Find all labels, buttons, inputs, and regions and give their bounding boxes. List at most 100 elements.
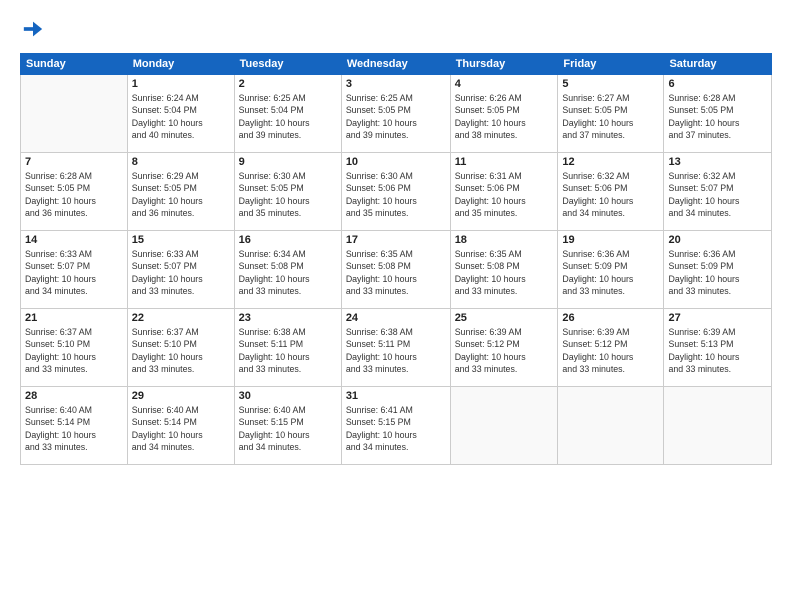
day-number: 16 (239, 234, 337, 246)
calendar-cell: 15Sunrise: 6:33 AM Sunset: 5:07 PM Dayli… (127, 231, 234, 309)
day-number: 25 (455, 312, 554, 324)
day-info: Sunrise: 6:33 AM Sunset: 5:07 PM Dayligh… (132, 248, 230, 297)
calendar-cell (558, 387, 664, 465)
day-info: Sunrise: 6:40 AM Sunset: 5:15 PM Dayligh… (239, 404, 337, 453)
calendar-cell: 16 Sunrise: 6:34 AM Sunset: 5:08 PM Dayli… (234, 231, 341, 309)
weekday-header: Monday (127, 54, 234, 75)
logo-text-block (20, 18, 44, 45)
weekday-header: Wednesday (341, 54, 450, 75)
day-info: Sunrise: 6:35 AM Sunset: 5:08 PM Dayligh… (455, 248, 554, 297)
day-number: 3 (346, 78, 446, 90)
calendar-cell (664, 387, 772, 465)
day-info: Sunrise: 6:28 AM Sunset: 5:05 PM Dayligh… (25, 170, 123, 219)
day-info: Sunrise: 6:27 AM Sunset: 5:05 PM Dayligh… (562, 92, 659, 141)
day-info: Sunrise: 6:41 AM Sunset: 5:15 PM Dayligh… (346, 404, 446, 453)
day-number: 8 (132, 156, 230, 168)
calendar-cell: 26 Sunrise: 6:39 AM Sunset: 5:12 PM Dayli… (558, 309, 664, 387)
calendar-cell: 11 Sunrise: 6:31 AM Sunset: 5:06 PM Dayli… (450, 153, 558, 231)
day-number: 13 (668, 156, 767, 168)
day-info: Sunrise: 6:40 AM Sunset: 5:14 PM Dayligh… (132, 404, 230, 453)
day-info: Sunrise: 6:40 AM Sunset: 5:14 PM Dayligh… (25, 404, 123, 453)
calendar-cell: 13 Sunrise: 6:32 AM Sunset: 5:07 PM Dayli… (664, 153, 772, 231)
day-number: 24 (346, 312, 446, 324)
calendar-week-row: 28 Sunrise: 6:40 AM Sunset: 5:14 PM Dayli… (21, 387, 772, 465)
calendar-cell: 3 Sunrise: 6:25 AM Sunset: 5:05 PM Daylig… (341, 75, 450, 153)
day-info: Sunrise: 6:38 AM Sunset: 5:11 PM Dayligh… (346, 326, 446, 375)
page: SundayMondayTuesdayWednesdayThursdayFrid… (0, 0, 792, 612)
day-info: Sunrise: 6:39 AM Sunset: 5:12 PM Dayligh… (562, 326, 659, 375)
day-number: 28 (25, 390, 123, 402)
day-info: Sunrise: 6:29 AM Sunset: 5:05 PM Dayligh… (132, 170, 230, 219)
calendar-cell: 20Sunrise: 6:36 AM Sunset: 5:09 PM Dayli… (664, 231, 772, 309)
calendar-cell: 14 Sunrise: 6:33 AM Sunset: 5:07 PM Dayli… (21, 231, 128, 309)
day-number: 26 (562, 312, 659, 324)
weekday-header: Tuesday (234, 54, 341, 75)
day-info: Sunrise: 6:34 AM Sunset: 5:08 PM Dayligh… (239, 248, 337, 297)
day-info: Sunrise: 6:31 AM Sunset: 5:06 PM Dayligh… (455, 170, 554, 219)
calendar-cell: 27 Sunrise: 6:39 AM Sunset: 5:13 PM Dayli… (664, 309, 772, 387)
calendar-cell: 9 Sunrise: 6:30 AM Sunset: 5:05 PM Daylig… (234, 153, 341, 231)
day-number: 18 (455, 234, 554, 246)
day-number: 21 (25, 312, 123, 324)
day-number: 12 (562, 156, 659, 168)
day-number: 19 (562, 234, 659, 246)
calendar-cell: 5 Sunrise: 6:27 AM Sunset: 5:05 PM Daylig… (558, 75, 664, 153)
day-number: 5 (562, 78, 659, 90)
calendar-week-row: 14 Sunrise: 6:33 AM Sunset: 5:07 PM Dayli… (21, 231, 772, 309)
calendar-cell: 8 Sunrise: 6:29 AM Sunset: 5:05 PM Daylig… (127, 153, 234, 231)
day-info: Sunrise: 6:38 AM Sunset: 5:11 PM Dayligh… (239, 326, 337, 375)
logo-arrow-icon (22, 18, 44, 40)
calendar-cell: 10 Sunrise: 6:30 AM Sunset: 5:06 PM Dayli… (341, 153, 450, 231)
day-info: Sunrise: 6:32 AM Sunset: 5:06 PM Dayligh… (562, 170, 659, 219)
day-number: 29 (132, 390, 230, 402)
day-info: Sunrise: 6:35 AM Sunset: 5:08 PM Dayligh… (346, 248, 446, 297)
day-info: Sunrise: 6:30 AM Sunset: 5:05 PM Dayligh… (239, 170, 337, 219)
calendar-cell: 4Sunrise: 6:26 AM Sunset: 5:05 PM Daylig… (450, 75, 558, 153)
calendar-header-row: SundayMondayTuesdayWednesdayThursdayFrid… (21, 54, 772, 75)
day-number: 31 (346, 390, 446, 402)
day-number: 6 (668, 78, 767, 90)
day-number: 14 (25, 234, 123, 246)
weekday-header: Friday (558, 54, 664, 75)
calendar-cell: 22Sunrise: 6:37 AM Sunset: 5:10 PM Dayli… (127, 309, 234, 387)
day-info: Sunrise: 6:26 AM Sunset: 5:05 PM Dayligh… (455, 92, 554, 141)
day-info: Sunrise: 6:39 AM Sunset: 5:12 PM Dayligh… (455, 326, 554, 375)
calendar-cell: 2 Sunrise: 6:25 AM Sunset: 5:04 PM Daylig… (234, 75, 341, 153)
day-info: Sunrise: 6:30 AM Sunset: 5:06 PM Dayligh… (346, 170, 446, 219)
calendar-week-row: 7Sunrise: 6:28 AM Sunset: 5:05 PM Daylig… (21, 153, 772, 231)
calendar-cell: 6 Sunrise: 6:28 AM Sunset: 5:05 PM Daylig… (664, 75, 772, 153)
day-info: Sunrise: 6:37 AM Sunset: 5:10 PM Dayligh… (132, 326, 230, 375)
day-number: 10 (346, 156, 446, 168)
day-number: 11 (455, 156, 554, 168)
calendar-week-row: 21 Sunrise: 6:37 AM Sunset: 5:10 PM Dayli… (21, 309, 772, 387)
day-number: 27 (668, 312, 767, 324)
calendar-table: SundayMondayTuesdayWednesdayThursdayFrid… (20, 53, 772, 465)
calendar-cell: 24 Sunrise: 6:38 AM Sunset: 5:11 PM Dayli… (341, 309, 450, 387)
calendar-cell: 1 Sunrise: 6:24 AM Sunset: 5:04 PM Daylig… (127, 75, 234, 153)
day-info: Sunrise: 6:25 AM Sunset: 5:05 PM Dayligh… (346, 92, 446, 141)
day-number: 20 (668, 234, 767, 246)
header (20, 18, 772, 45)
calendar-cell: 7Sunrise: 6:28 AM Sunset: 5:05 PM Daylig… (21, 153, 128, 231)
calendar-cell: 17Sunrise: 6:35 AM Sunset: 5:08 PM Dayli… (341, 231, 450, 309)
calendar-cell: 23 Sunrise: 6:38 AM Sunset: 5:11 PM Dayli… (234, 309, 341, 387)
logo (20, 18, 44, 45)
day-info: Sunrise: 6:25 AM Sunset: 5:04 PM Dayligh… (239, 92, 337, 141)
day-number: 1 (132, 78, 230, 90)
calendar-cell: 18 Sunrise: 6:35 AM Sunset: 5:08 PM Dayli… (450, 231, 558, 309)
day-info: Sunrise: 6:33 AM Sunset: 5:07 PM Dayligh… (25, 248, 123, 297)
day-info: Sunrise: 6:32 AM Sunset: 5:07 PM Dayligh… (668, 170, 767, 219)
day-number: 2 (239, 78, 337, 90)
weekday-header: Saturday (664, 54, 772, 75)
day-info: Sunrise: 6:24 AM Sunset: 5:04 PM Dayligh… (132, 92, 230, 141)
day-info: Sunrise: 6:39 AM Sunset: 5:13 PM Dayligh… (668, 326, 767, 375)
calendar-cell (450, 387, 558, 465)
calendar-week-row: 1 Sunrise: 6:24 AM Sunset: 5:04 PM Daylig… (21, 75, 772, 153)
calendar-cell (21, 75, 128, 153)
day-number: 9 (239, 156, 337, 168)
day-info: Sunrise: 6:28 AM Sunset: 5:05 PM Dayligh… (668, 92, 767, 141)
day-info: Sunrise: 6:37 AM Sunset: 5:10 PM Dayligh… (25, 326, 123, 375)
calendar-cell: 21 Sunrise: 6:37 AM Sunset: 5:10 PM Dayli… (21, 309, 128, 387)
calendar-cell: 30Sunrise: 6:40 AM Sunset: 5:15 PM Dayli… (234, 387, 341, 465)
day-number: 23 (239, 312, 337, 324)
